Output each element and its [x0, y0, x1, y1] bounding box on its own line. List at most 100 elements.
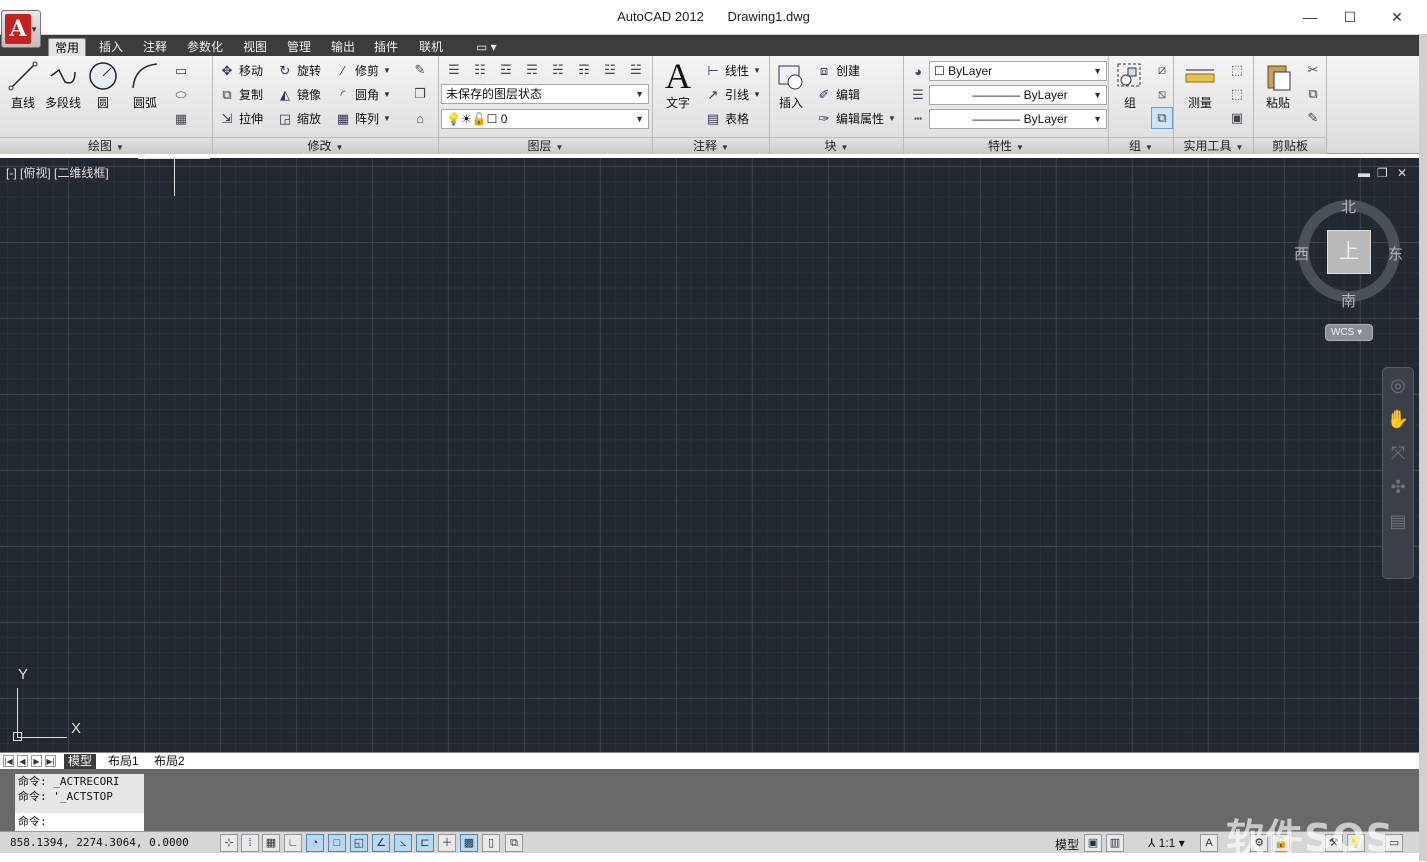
measure-button[interactable]: 测量	[1180, 60, 1220, 111]
hardware-acceleration-icon[interactable]: ⚒	[1325, 834, 1343, 852]
lineweight-dropdown[interactable]: ———— ByLayer ▼	[929, 85, 1107, 105]
properties-panel-title[interactable]: 特性 ▼	[904, 137, 1108, 154]
leader-button[interactable]: ↗ 引线 ▼	[705, 85, 761, 105]
rectangle-icon[interactable]: ▭	[170, 60, 192, 82]
tab-home[interactable]: 常用	[48, 38, 87, 56]
dynamic-input-icon[interactable]: ⊏	[416, 834, 434, 852]
pan-hand-icon[interactable]: ✋	[1383, 402, 1413, 436]
current-layer-dropdown[interactable]: 💡☀🔓☐ 0 ▼	[441, 109, 649, 129]
match-properties-icon[interactable]: ✎	[1302, 107, 1324, 129]
annotation-visibility-icon[interactable]: A	[1200, 834, 1218, 852]
cut-icon[interactable]: ✂	[1302, 59, 1324, 81]
snap-mode-icon[interactable]: ⁞	[241, 834, 259, 852]
isolate-objects-icon[interactable]: 💡	[1347, 834, 1365, 852]
annotation-panel-title[interactable]: 注释 ▼	[653, 137, 769, 154]
tab-insert[interactable]: 插入	[93, 38, 129, 56]
tab-layout2[interactable]: 布局2	[150, 754, 189, 769]
grid-display-icon[interactable]: ▦	[262, 834, 280, 852]
select-all-icon[interactable]: ⬚	[1226, 83, 1248, 105]
next-layout-icon[interactable]: ▶	[31, 755, 42, 767]
drawing-canvas[interactable]: [-] [俯视] [二维线框] ▬ ❐ ✕ 上 北 南 东 西 WCS ▾ ◎ …	[0, 158, 1419, 752]
calculator-icon[interactable]: ▣	[1226, 107, 1248, 129]
ungroup-icon[interactable]: ⧄	[1151, 59, 1173, 81]
group-selection-icon[interactable]: ⧉	[1151, 107, 1173, 129]
groups-panel-title[interactable]: 组 ▼	[1109, 137, 1173, 154]
polar-tracking-icon[interactable]: ◔	[306, 834, 324, 852]
showmotion-icon[interactable]: ▤	[1383, 504, 1413, 538]
first-layout-icon[interactable]: |◀	[3, 755, 14, 767]
tab-parametric[interactable]: 参数化	[181, 38, 229, 56]
quick-select-icon[interactable]: ⬚	[1226, 59, 1248, 81]
group-edit-icon[interactable]: ⧅	[1151, 83, 1173, 105]
object-snap-tracking-icon[interactable]: ∠	[372, 834, 390, 852]
layer-off-icon[interactable]: ☶	[573, 59, 595, 81]
mirror-button[interactable]: ◭ 镜像	[277, 85, 321, 105]
edit-attributes-button[interactable]: ✑ 编辑属性 ▼	[816, 109, 896, 129]
explode-icon[interactable]: ❒	[409, 83, 431, 105]
rotate-button[interactable]: ↻ 旋转	[277, 61, 321, 81]
lock-ui-icon[interactable]: 🔒	[1272, 834, 1290, 852]
selection-cycling-icon[interactable]: ⧉	[505, 834, 523, 852]
tab-annotate[interactable]: 注释	[137, 38, 173, 56]
layer-state-dropdown[interactable]: 未保存的图层状态 ▼	[441, 84, 649, 104]
text-button[interactable]: A 文字	[661, 56, 695, 111]
block-panel-title[interactable]: 块 ▼	[770, 137, 903, 154]
viewport-minimize-icon[interactable]: ▬	[1358, 166, 1370, 180]
quick-view-drawings-icon[interactable]: ▥	[1106, 834, 1124, 852]
table-button[interactable]: ▤ 表格	[705, 109, 749, 129]
lineweight-toggle-icon[interactable]: ＋	[438, 834, 456, 852]
ribbon-options-icon[interactable]: ▭ ▾	[470, 38, 503, 56]
layer-match-icon[interactable]: ☷	[469, 59, 491, 81]
tab-output[interactable]: 输出	[325, 38, 361, 56]
tab-plugins[interactable]: 插件	[368, 38, 404, 56]
move-button[interactable]: ✥ 移动	[219, 61, 263, 81]
ortho-mode-icon[interactable]: ∟	[284, 834, 302, 852]
command-input[interactable]: 命令:	[15, 813, 144, 831]
insert-block-button[interactable]: 插入	[774, 60, 808, 111]
tab-model[interactable]: 模型	[64, 754, 97, 769]
linetype-dropdown[interactable]: ———— ByLayer ▼	[929, 109, 1107, 129]
arc-button[interactable]: 圆弧	[128, 60, 162, 111]
transparency-icon[interactable]: ▩	[460, 834, 478, 852]
tab-online[interactable]: 联机	[413, 38, 449, 56]
layers-panel-title[interactable]: 图层 ▼	[439, 137, 652, 154]
wcs-menu-button[interactable]: WCS ▾	[1325, 324, 1373, 341]
layer-properties-icon[interactable]: ☰	[443, 59, 465, 81]
infer-constraints-icon[interactable]: ⊹	[220, 834, 238, 852]
compass-west[interactable]: 西	[1294, 243, 1309, 264]
polyline-button[interactable]: 多段线	[44, 60, 82, 111]
color-dropdown[interactable]: ☐ ByLayer ▼	[929, 61, 1107, 81]
maximize-button[interactable]: ☐	[1327, 4, 1373, 30]
tab-view[interactable]: 视图	[237, 38, 273, 56]
utilities-panel-title[interactable]: 实用工具 ▼	[1174, 137, 1253, 154]
zoom-extents-icon[interactable]: ⤧	[1383, 436, 1413, 470]
steering-wheel-icon[interactable]: ◎	[1383, 368, 1413, 402]
compass-south[interactable]: 南	[1341, 290, 1356, 311]
3d-object-snap-icon[interactable]: ◱	[350, 834, 368, 852]
layer-unlock-icon[interactable]: ☱	[625, 59, 647, 81]
fillet-button[interactable]: ◜ 圆角 ▼	[335, 85, 390, 105]
layer-previous-icon[interactable]: ☲	[495, 59, 517, 81]
object-snap-icon[interactable]: □	[328, 834, 346, 852]
viewport-close-icon[interactable]: ✕	[1397, 166, 1407, 180]
erase-icon[interactable]: ✎	[409, 59, 431, 81]
viewport-controls-label[interactable]: [-] [俯视] [二维线框]	[6, 164, 109, 181]
offset-icon[interactable]: ⌂	[409, 107, 431, 129]
coordinate-readout[interactable]: 858.1394, 2274.3064, 0.0000	[10, 836, 189, 849]
stretch-button[interactable]: ⇲ 拉伸	[219, 109, 263, 129]
create-block-button[interactable]: ⧈ 创建	[816, 61, 860, 81]
edit-block-button[interactable]: ✐ 编辑	[816, 85, 860, 105]
layer-lock-icon[interactable]: ☳	[599, 59, 621, 81]
model-space-toggle[interactable]: 模型	[1055, 836, 1079, 853]
linetype-icon[interactable]: ┅	[907, 108, 929, 130]
tab-manage[interactable]: 管理	[281, 38, 317, 56]
copy-clip-icon[interactable]: ⧉	[1302, 83, 1324, 105]
dynamic-ucs-icon[interactable]: ⦣	[394, 834, 412, 852]
hatch-icon[interactable]: ▦	[170, 108, 192, 130]
color-wheel-icon[interactable]: ◕	[907, 60, 929, 82]
viewcube-top-face[interactable]: 上	[1327, 230, 1371, 274]
last-layout-icon[interactable]: ▶|	[45, 755, 56, 767]
compass-north[interactable]: 北	[1341, 196, 1356, 217]
annotation-scale[interactable]: ⅄ 1:1 ▾	[1148, 836, 1185, 850]
modify-panel-title[interactable]: 修改 ▼	[213, 137, 438, 154]
